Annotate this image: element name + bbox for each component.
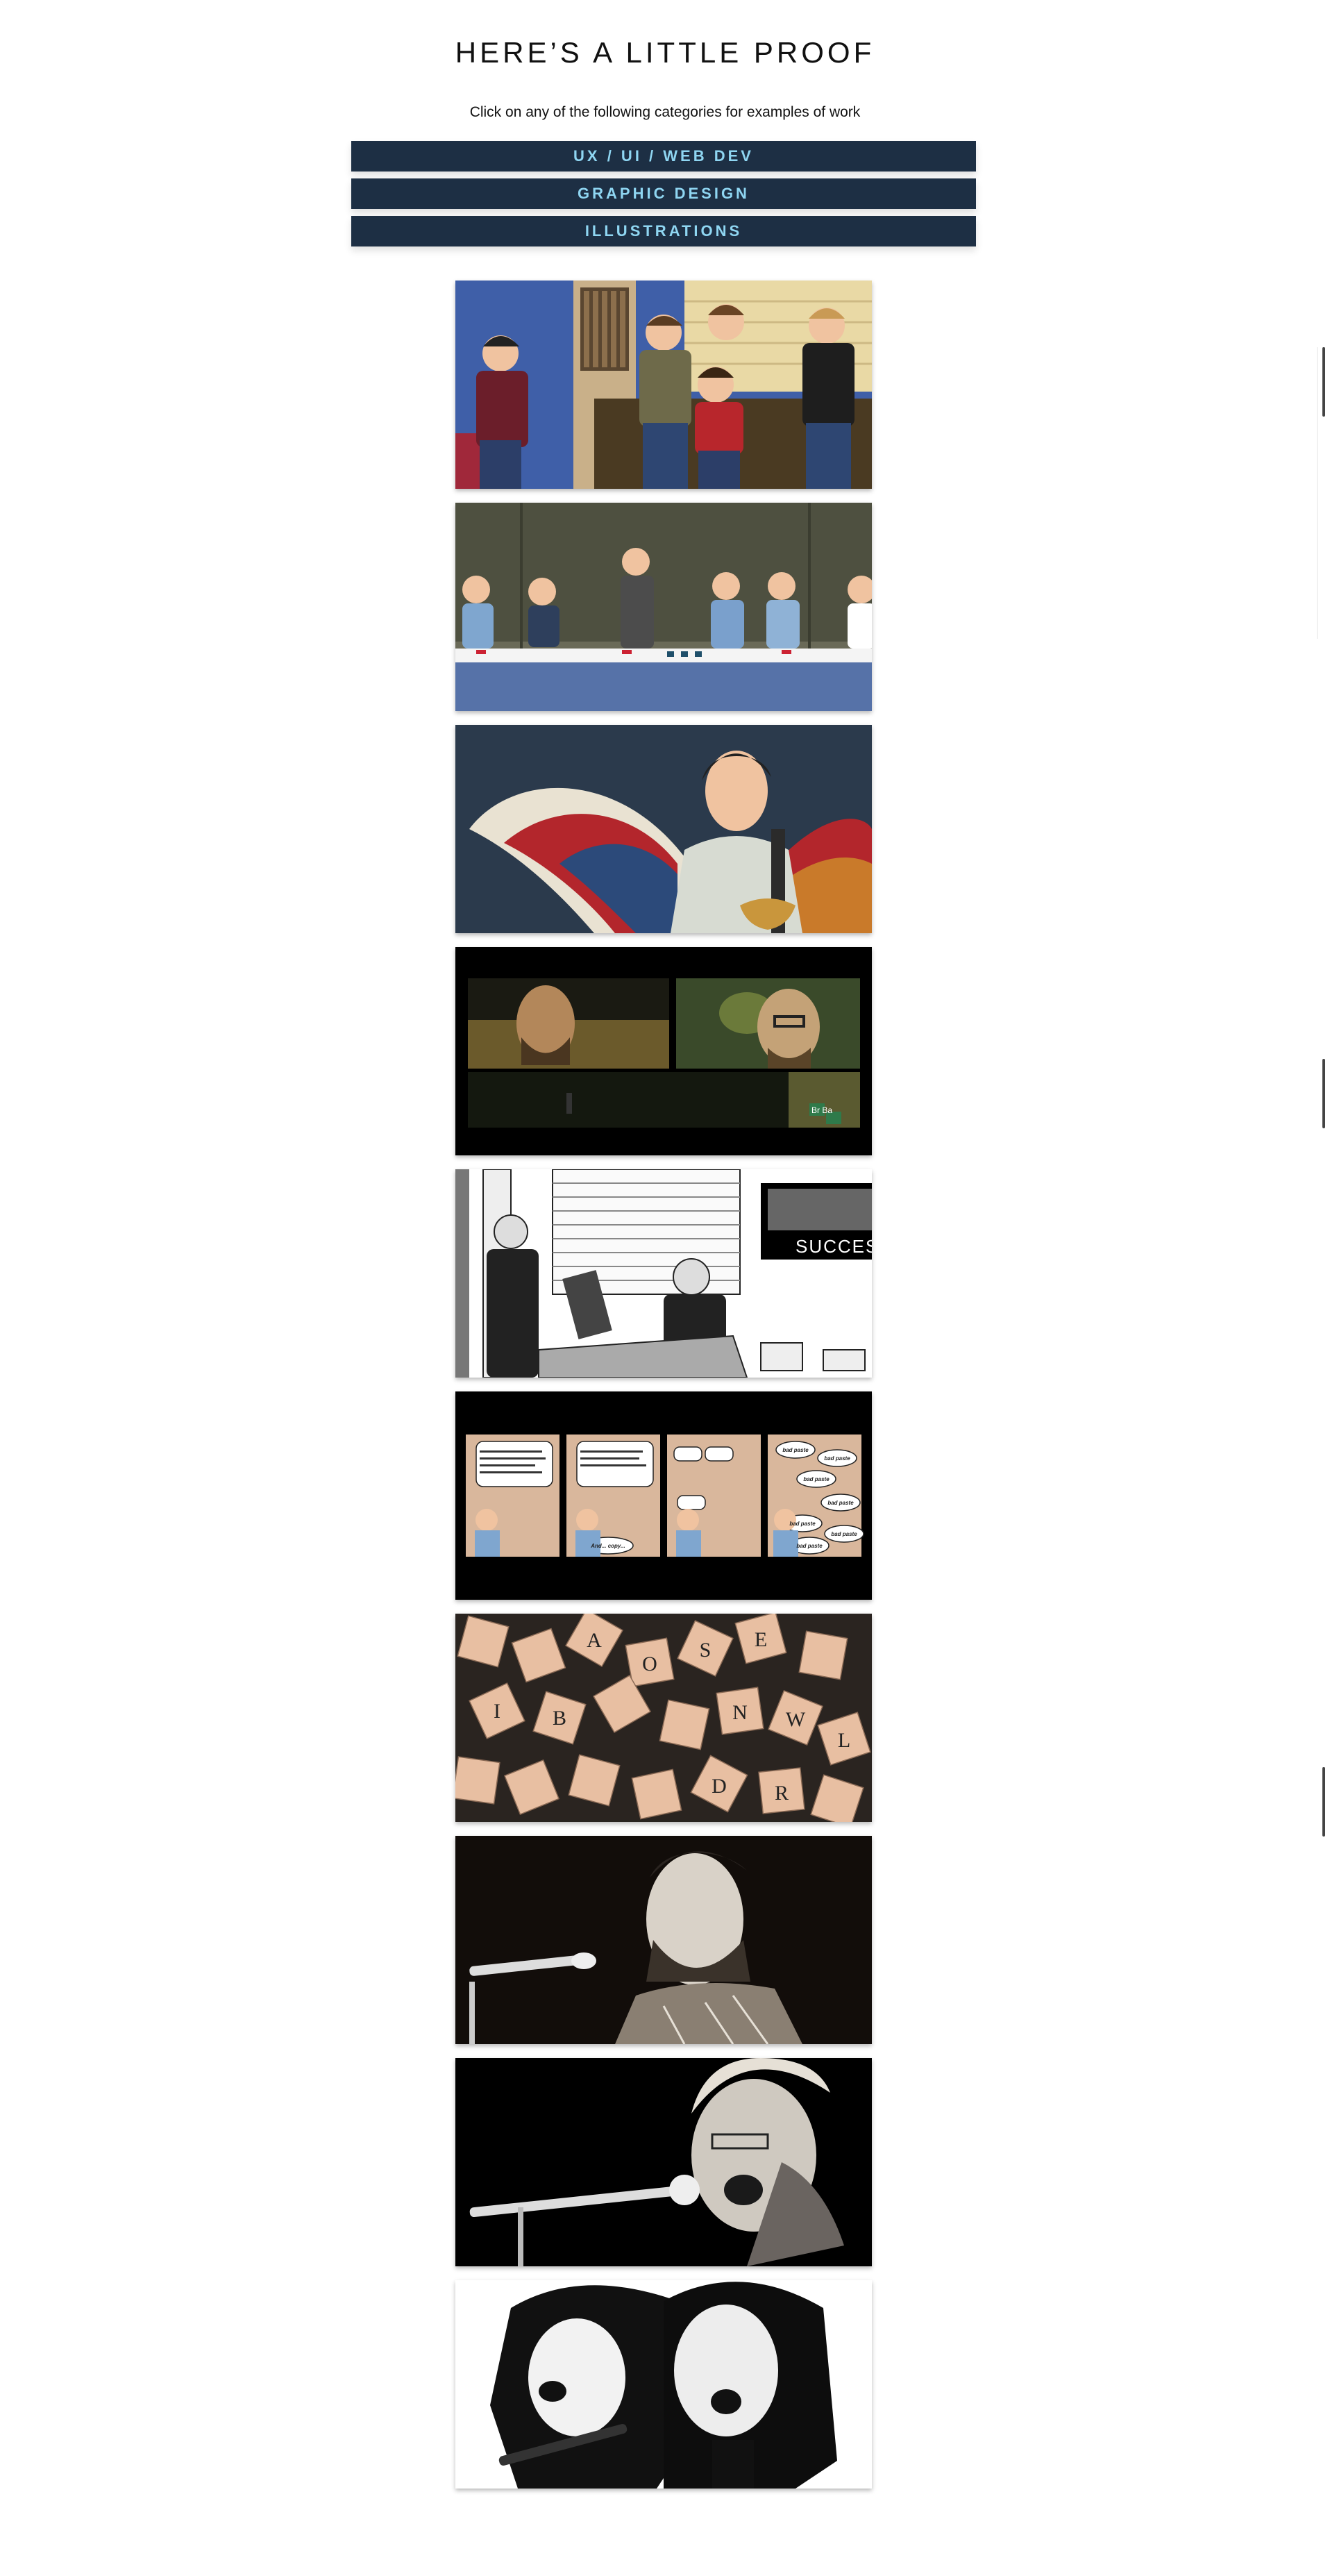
scrollbar-thumb[interactable]: [1322, 1767, 1325, 1837]
tile-letter: L: [838, 1729, 850, 1752]
speech-text: bad paste: [789, 1521, 816, 1527]
illustration-image: O B I N W L R D S A E: [455, 1614, 872, 1822]
speech-text: bad paste: [827, 1500, 854, 1506]
illustration-image: [455, 1836, 872, 2044]
illustration-image: [455, 281, 872, 489]
gallery-thumbnail-cartoon-friends[interactable]: [455, 281, 872, 489]
gallery-thumbnail-four-panel-comic[interactable]: And... copy... bad paste bad paste bad p…: [455, 1391, 872, 1600]
tile-letter: B: [553, 1707, 566, 1730]
gallery-thumbnail-table-scene[interactable]: [455, 503, 872, 711]
gallery-thumbnail-scrabble-tiles[interactable]: O B I N W L R D S A E: [455, 1614, 872, 1822]
tile-letter: N: [732, 1701, 748, 1724]
speech-text: And... copy...: [590, 1543, 625, 1549]
category-button-graphic-design[interactable]: GRAPHIC DESIGN: [351, 178, 976, 209]
scrollbar-thumb[interactable]: [1322, 1059, 1325, 1128]
gallery-thumbnail-duo-singers[interactable]: [455, 2280, 872, 2489]
tv-text: SUCCES: [796, 1236, 872, 1257]
category-button-ux-ui-web-dev[interactable]: UX / UI / WEB DEV: [351, 141, 976, 172]
tile-letter: O: [642, 1653, 657, 1675]
illustration-image: [455, 503, 872, 711]
gallery-thumbnail-dark-comic[interactable]: Br Ba: [455, 947, 872, 1155]
tile-letter: W: [786, 1708, 806, 1731]
speech-text: bad paste: [803, 1476, 830, 1482]
illustration-image: SUCCES: [455, 1169, 872, 1378]
scrollbar-track[interactable]: [1317, 347, 1318, 639]
gallery-thumbnail-office-comic[interactable]: SUCCES: [455, 1169, 872, 1378]
illustration-image: [455, 2058, 872, 2266]
illustration-image: Br Ba: [455, 947, 872, 1155]
category-button-illustrations[interactable]: ILLUSTRATIONS: [351, 216, 976, 246]
section-subheading: Click on any of the following categories…: [469, 104, 861, 120]
tile-letter: I: [494, 1700, 500, 1723]
gallery-thumbnail-singer-shouting[interactable]: [455, 2058, 872, 2266]
portfolio-proof-section: HERE’S A LITTLE PROOF Click on any of th…: [0, 0, 1330, 2576]
gallery-thumbnail-musician-wings[interactable]: [455, 725, 872, 933]
tile-letter: E: [755, 1628, 767, 1651]
section-heading: HERE’S A LITTLE PROOF: [455, 36, 875, 69]
speech-text: bad paste: [796, 1543, 823, 1549]
illustration-image: And... copy... bad paste bad paste bad p…: [455, 1391, 872, 1600]
tile-letter: A: [587, 1629, 602, 1652]
tile-letter: D: [712, 1775, 727, 1798]
illustration-image: [455, 2280, 872, 2489]
tile-letter: R: [775, 1782, 789, 1805]
tile-letter: S: [700, 1639, 712, 1662]
speech-text: bad paste: [831, 1531, 857, 1537]
sign-text: Br Ba: [811, 1105, 832, 1115]
speech-text: bad paste: [782, 1447, 809, 1453]
scrollbar-thumb[interactable]: [1322, 347, 1325, 417]
gallery-thumbnail-singer-portrait[interactable]: [455, 1836, 872, 2044]
speech-text: bad paste: [824, 1455, 850, 1462]
illustration-image: [455, 725, 872, 933]
